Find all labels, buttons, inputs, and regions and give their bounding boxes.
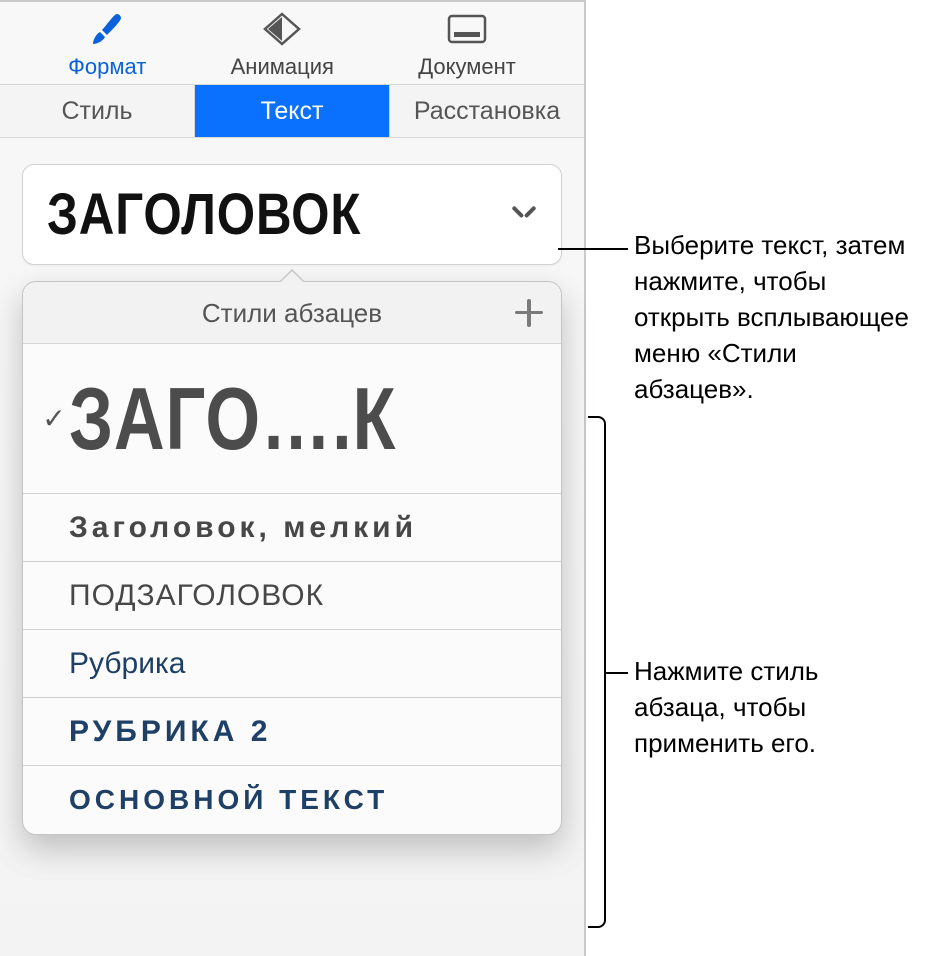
- style-label: РУБРИКА 2: [69, 715, 541, 749]
- toolbar-document-label: Документ: [418, 54, 516, 80]
- style-item-title-small[interactable]: Заголовок, мелкий: [23, 494, 561, 562]
- style-label: ОСНОВНОЙ ТЕКСТ: [69, 784, 541, 816]
- style-item-title[interactable]: ✓ ЗАГО….К: [23, 344, 561, 494]
- brush-icon: [89, 12, 125, 52]
- style-item-heading-2[interactable]: РУБРИКА 2: [23, 698, 561, 766]
- popover-header: Стили абзацев: [23, 282, 561, 344]
- tab-text[interactable]: Текст: [195, 85, 390, 137]
- document-icon: [445, 12, 489, 52]
- paragraph-styles-popover: Стили абзацев ✓ ЗАГО….К Заголовок, мелки…: [22, 281, 562, 835]
- style-label: Рубрика: [69, 647, 541, 681]
- toolbar-document-button[interactable]: Документ: [410, 12, 524, 80]
- toolbar-animation-label: Анимация: [231, 54, 334, 80]
- style-item-heading[interactable]: Рубрика: [23, 630, 561, 698]
- inspector-panel: Формат Анимация Документ Стиль Текст Рас…: [0, 0, 586, 956]
- style-label: ПОДЗАГОЛОВОК: [69, 579, 541, 613]
- toolbar-format-label: Формат: [68, 54, 146, 80]
- style-label: ЗАГО….К: [69, 368, 447, 470]
- chevron-down-icon: [511, 202, 537, 228]
- tab-layout[interactable]: Расстановка: [390, 85, 584, 137]
- style-item-subtitle[interactable]: ПОДЗАГОЛОВОК: [23, 562, 561, 630]
- callout-bracket: [588, 416, 606, 928]
- diamond-icon: [261, 12, 303, 52]
- inspector-content: ЗАГОЛОВОК Стили абзацев ✓ ЗАГО….К Заголо…: [0, 138, 584, 861]
- callout-line: [606, 672, 628, 674]
- callout-top: Выберите текст, затем нажмите, чтобы отк…: [634, 228, 914, 407]
- toolbar-animation-button[interactable]: Анимация: [223, 12, 342, 80]
- tab-style[interactable]: Стиль: [0, 85, 195, 137]
- callout-line: [558, 248, 628, 250]
- style-label: Заголовок, мелкий: [69, 511, 541, 545]
- toolbar-format-button[interactable]: Формат: [60, 12, 154, 80]
- paragraph-style-dropdown[interactable]: ЗАГОЛОВОК: [22, 164, 562, 265]
- current-style-label: ЗАГОЛОВОК: [47, 181, 361, 248]
- add-style-button[interactable]: [515, 299, 543, 327]
- toolbar: Формат Анимация Документ: [0, 2, 584, 85]
- style-list: ✓ ЗАГО….К Заголовок, мелкий ПОДЗАГОЛОВОК…: [23, 344, 561, 834]
- subtabs: Стиль Текст Расстановка: [0, 85, 584, 138]
- checkmark-icon: ✓: [39, 402, 69, 435]
- popover-title: Стили абзацев: [202, 298, 382, 329]
- callout-bottom: Нажмите стиль абзаца, чтобы применить ег…: [634, 654, 914, 762]
- style-item-body[interactable]: ОСНОВНОЙ ТЕКСТ: [23, 766, 561, 834]
